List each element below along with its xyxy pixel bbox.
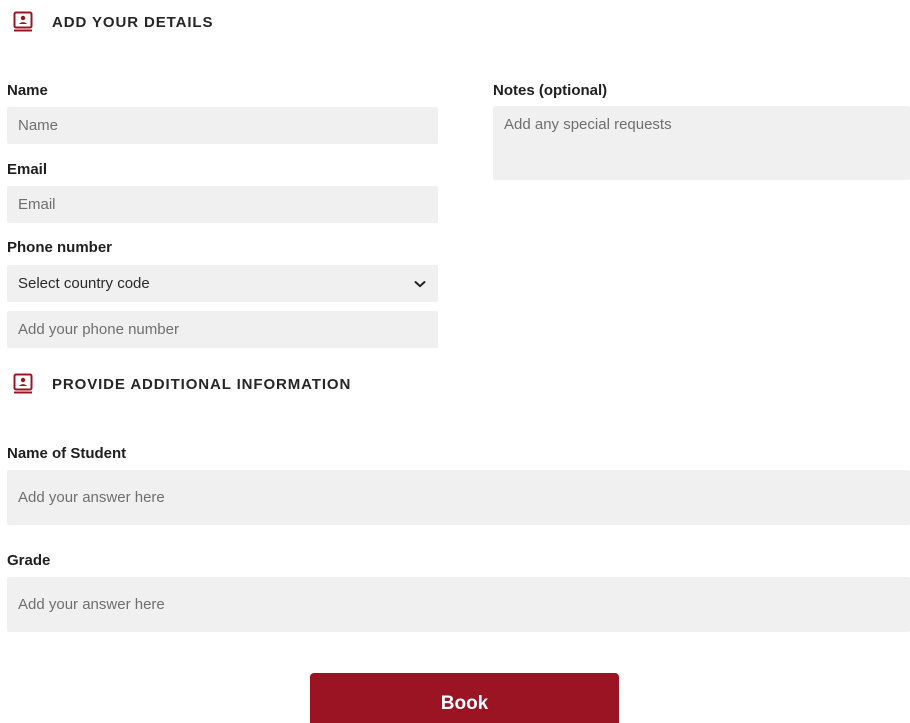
country-code-select[interactable]: Select country code (7, 265, 438, 302)
section-header-additional: PROVIDE ADDITIONAL INFORMATION (12, 373, 351, 395)
contact-book-icon (12, 373, 34, 395)
chevron-down-icon (413, 277, 427, 291)
contact-book-icon (12, 11, 34, 33)
section-title: PROVIDE ADDITIONAL INFORMATION (52, 375, 352, 393)
email-input[interactable] (7, 186, 438, 223)
section-header-details: ADD YOUR DETAILS (12, 11, 213, 33)
section-title: ADD YOUR DETAILS (52, 13, 214, 31)
phone-number-input[interactable] (7, 311, 438, 348)
name-input[interactable] (7, 107, 438, 144)
grade-label: Grade (7, 552, 51, 569)
name-label: Name (7, 82, 48, 99)
notes-textarea[interactable] (493, 106, 910, 180)
email-label: Email (7, 161, 48, 178)
student-name-label: Name of Student (7, 445, 127, 462)
book-button[interactable]: Book (310, 673, 619, 723)
phone-label: Phone number (7, 239, 113, 256)
country-code-select-value: Select country code (18, 275, 150, 292)
grade-input[interactable] (7, 577, 910, 632)
student-name-input[interactable] (7, 470, 910, 525)
notes-label: Notes (optional) (493, 82, 608, 99)
